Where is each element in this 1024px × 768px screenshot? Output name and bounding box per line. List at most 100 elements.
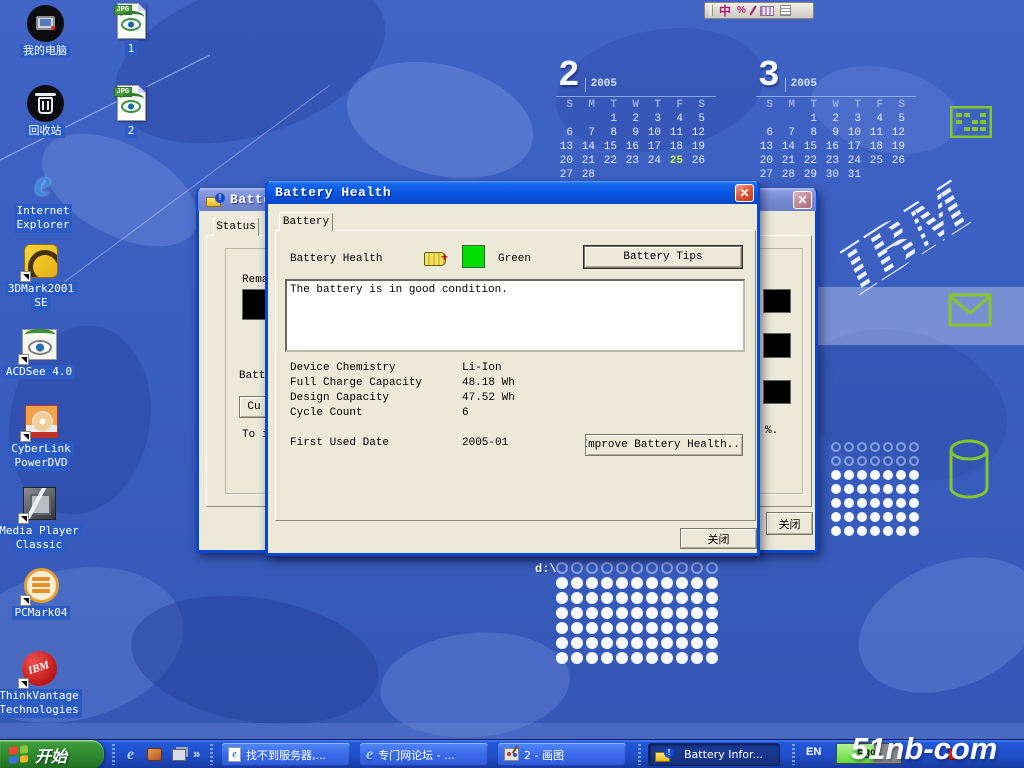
shortcut-arrow-icon [18, 513, 29, 524]
taskbar-window-label: 专门网论坛 - ... [378, 747, 454, 763]
paint-icon [504, 748, 519, 761]
close-icon[interactable]: ✕ [793, 191, 812, 209]
calendar-date: 3 [644, 112, 666, 126]
ie-icon: e [127, 747, 134, 763]
calendar-date: 6 [756, 126, 778, 140]
calendar-day-header: T [800, 98, 822, 112]
battery-info-row: Device ChemistryLi-Ion [290, 360, 730, 375]
soft-keyboard-icon[interactable] [760, 6, 774, 16]
calendar-date: 2 [622, 112, 644, 126]
close-button-bg[interactable]: 关闭 [766, 512, 813, 535]
desktop-icon-powerdvd[interactable]: CyberLinkPowerDVD [2, 402, 80, 471]
3dmark2001-icon [22, 242, 60, 280]
info-value: 6 [462, 407, 469, 419]
tray-icon-red[interactable] [948, 749, 956, 760]
calendar-date: 24 [644, 154, 666, 168]
taskbar-window-label: 找不到服务器,... [246, 747, 326, 763]
battery-health-dialog: Battery Health ✕ Battery Battery Health … [265, 181, 760, 556]
desktop-icon-3dmark2001[interactable]: 3DMark2001SE [2, 242, 80, 311]
battery-health-label: Battery Health [290, 253, 382, 265]
language-bar: 中 % [704, 2, 814, 19]
desktop-icon-recycle-bin[interactable]: 回收站 [6, 84, 84, 138]
desktop-icon-jpg-2[interactable]: JPG2 [92, 84, 170, 138]
tab-battery[interactable]: Battery [279, 212, 333, 231]
ie-page-icon: e [228, 747, 241, 762]
calendar-date: 21 [578, 154, 600, 168]
show-desktop-icon [172, 749, 186, 761]
start-button[interactable]: 开始 [0, 740, 104, 768]
health-status-text: Green [498, 253, 531, 265]
recycle-bin-icon [26, 84, 64, 122]
info-value: Li-Ion [462, 362, 502, 374]
calendar-date: 3 [844, 112, 866, 126]
media-player-classic-icon [20, 484, 58, 522]
shortcut-arrow-icon [18, 678, 29, 689]
language-bar-grip[interactable] [710, 5, 713, 16]
desktop-icon-acdsee[interactable]: ACDSee 4.0 [0, 325, 78, 379]
desktop-icon-pcmark04[interactable]: PCMark04 [2, 566, 80, 620]
thinkvantage-icon: IBM [20, 649, 58, 687]
desktop-icon-internet-explorer[interactable]: eInternetExplorer [4, 164, 82, 233]
taskbar-window-4[interactable]: Battery Infor... [648, 743, 780, 766]
desktop-icon-media-player-classic[interactable]: Media PlayerClassic [0, 484, 78, 553]
battery-tips-button[interactable]: Battery Tips [584, 246, 742, 268]
condition-textbox[interactable]: The battery is in good condition. [285, 279, 745, 352]
desktop-icon-thinkvantage[interactable]: IBMThinkVantageTechnologies [0, 649, 78, 718]
calendar-day-header: W [622, 98, 644, 112]
calendar-day-header: S [888, 98, 910, 112]
quick-launch-mail[interactable] [144, 744, 165, 765]
close-button[interactable]: 关闭 [680, 528, 757, 549]
calendar-day-header: F [666, 98, 688, 112]
battery-info-rows: Device ChemistryLi-Ion Full Charge Capaci… [290, 360, 730, 420]
quick-launch-show-desktop[interactable] [168, 744, 189, 765]
calendar-date: 17 [644, 140, 666, 154]
quick-launch-overflow-chevron[interactable]: » [193, 746, 200, 761]
taskbar-window-1[interactable]: e 找不到服务器,... [222, 743, 350, 766]
ie-icon: e [366, 747, 373, 763]
desktop-icon-label: 2 [125, 124, 138, 138]
calendar-date: 1 [800, 112, 822, 126]
battery-health-titlebar[interactable]: Battery Health ✕ [267, 181, 758, 204]
database-cylinder-icon [946, 438, 992, 502]
shortcut-arrow-icon [20, 271, 31, 282]
ime-chinese-icon[interactable]: 中 [719, 5, 731, 17]
calendar-date: 2 [822, 112, 844, 126]
language-indicator[interactable]: EN [806, 746, 821, 758]
calendar-date: 31 [844, 168, 866, 182]
calendar-date: 8 [800, 126, 822, 140]
calendar-date: 14 [578, 140, 600, 154]
battery-health-title: Battery Health [275, 185, 391, 200]
close-icon[interactable]: ✕ [735, 184, 754, 202]
info-label: Full Charge Capacity [290, 377, 462, 389]
calendar-date [866, 168, 888, 182]
wallpaper-light-band [818, 287, 1024, 345]
calendar-day-header: S [688, 98, 710, 112]
desktop-icon-jpg-1[interactable]: JPG1 [92, 2, 170, 56]
ime-pen-icon[interactable] [749, 5, 757, 15]
improve-battery-health-button[interactable]: Improve Battery Health... [585, 434, 743, 456]
quick-launch-ie[interactable]: e [120, 744, 141, 765]
calendar-day-header: M [778, 98, 800, 112]
taskbar-window-2[interactable]: e 专门网论坛 - ... [360, 743, 488, 766]
desktop-icon-my-computer[interactable]: 我的电脑 [6, 4, 84, 58]
calendar-date: 9 [622, 126, 644, 140]
calendar-date: 9 [822, 126, 844, 140]
taskbar-window-3[interactable]: 2 - 画图 [498, 743, 626, 766]
calendar-date: 17 [844, 140, 866, 154]
ime-menu-icon[interactable] [780, 5, 791, 16]
calendar-date [600, 168, 622, 182]
tray-battery-meter[interactable]: 58% [836, 743, 902, 764]
calendar-date: 4 [666, 112, 688, 126]
calendar-date [688, 168, 710, 182]
ime-ratio-icon[interactable]: % [737, 6, 746, 16]
powerdvd-icon [22, 402, 60, 440]
battery-tab-page: Battery Health Green Battery Tips The ba… [275, 230, 756, 521]
tab-status[interactable]: Status [213, 217, 259, 236]
calendar-date: 11 [666, 126, 688, 140]
calendar-date: 4 [866, 112, 888, 126]
calendar-date [556, 112, 578, 126]
calendar-date: 22 [800, 154, 822, 168]
desktop: IBM d:\ 22005SMTWTFS12345678910111213141… [0, 0, 1024, 768]
calendar-date: 18 [666, 140, 688, 154]
calendar-date [622, 168, 644, 182]
